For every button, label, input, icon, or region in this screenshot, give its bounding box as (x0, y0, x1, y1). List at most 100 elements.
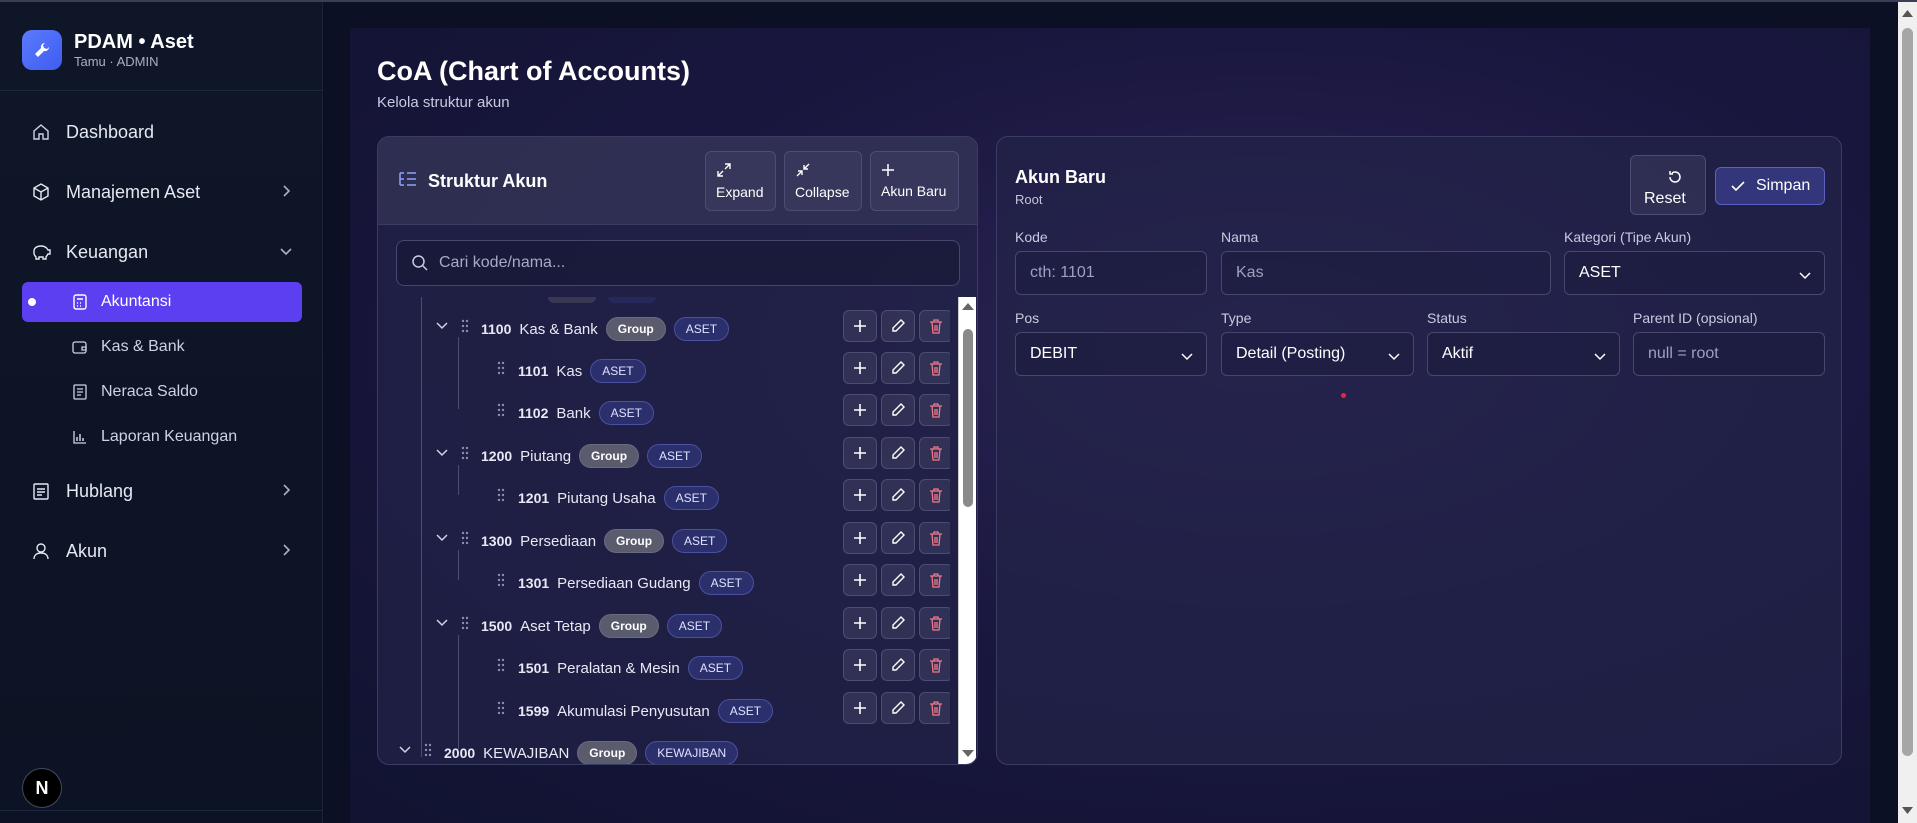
delete-button[interactable] (919, 564, 950, 596)
chevron-down-icon[interactable] (398, 742, 412, 756)
collapse-button[interactable]: Collapse (784, 151, 862, 211)
add-child-button[interactable] (843, 607, 877, 639)
kode-field[interactable]: cth: 1101 (1015, 251, 1207, 295)
drag-handle-icon[interactable] (460, 530, 470, 546)
sidebar-item-laporan-keuangan[interactable]: Laporan Keuangan (22, 417, 302, 457)
delete-button[interactable] (919, 310, 950, 342)
nav-keuangan[interactable]: Keuangan (22, 232, 302, 272)
scroll-up-arrow-icon[interactable] (961, 301, 975, 311)
drag-handle-icon[interactable] (496, 657, 506, 673)
window-scrollbar-thumb[interactable] (1902, 28, 1913, 756)
tree-row[interactable]: 1500 Aset Tetap Group ASET (378, 602, 950, 644)
add-child-button[interactable] (843, 522, 877, 554)
tree-row[interactable]: 1301 Persediaan Gudang ASET (378, 559, 950, 601)
expand-button[interactable]: Expand (705, 151, 776, 211)
parent-id-field[interactable]: null = root (1633, 332, 1825, 376)
chevron-down-icon (1799, 272, 1811, 280)
clipped-row-actions (843, 297, 949, 303)
chevron-down-icon[interactable] (435, 530, 449, 544)
nav-hublang[interactable]: Hublang (22, 471, 302, 511)
plus-icon (882, 164, 894, 176)
edit-button[interactable] (881, 692, 915, 724)
edit-button[interactable] (881, 649, 915, 681)
sidebar-item-akuntansi[interactable]: Akuntansi (22, 282, 302, 322)
add-child-button[interactable] (843, 394, 877, 426)
add-child-button[interactable] (843, 564, 877, 596)
account-name: Piutang Usaha (557, 489, 656, 507)
edit-button[interactable] (881, 479, 915, 511)
save-button[interactable]: Simpan (1715, 167, 1825, 205)
new-account-button[interactable]: Akun Baru (870, 151, 959, 211)
type-value: Detail (Posting) (1236, 345, 1346, 362)
avatar[interactable]: N (22, 768, 62, 808)
tree-row[interactable]: 1599 Akumulasi Penyusutan ASET (378, 687, 950, 729)
delete-button[interactable] (919, 692, 950, 724)
edit-button[interactable] (881, 352, 915, 384)
drag-handle-icon[interactable] (460, 318, 470, 334)
edit-button[interactable] (881, 607, 915, 639)
kategori-select[interactable]: ASET (1564, 251, 1825, 295)
delete-button[interactable] (919, 522, 950, 554)
tree-scrollbar[interactable] (958, 297, 976, 764)
main-content: CoA (Chart of Accounts) Kelola struktur … (350, 28, 1870, 823)
scroll-up-arrow-icon[interactable] (1901, 8, 1914, 18)
edit-button[interactable] (881, 394, 915, 426)
pos-select[interactable]: DEBIT (1015, 332, 1207, 376)
delete-button[interactable] (919, 607, 950, 639)
nav-dashboard[interactable]: Dashboard (22, 112, 302, 152)
tree-row[interactable]: 1300 Persediaan Group ASET (378, 517, 950, 559)
add-child-button[interactable] (843, 692, 877, 724)
type-select[interactable]: Detail (Posting) (1221, 332, 1414, 376)
search-box[interactable] (396, 240, 960, 286)
delete-button[interactable] (919, 479, 950, 511)
nama-field[interactable]: Kas (1221, 251, 1551, 295)
edit-button[interactable] (881, 522, 915, 554)
drag-handle-icon[interactable] (496, 360, 506, 376)
status-select[interactable]: Aktif (1427, 332, 1620, 376)
add-child-button[interactable] (843, 437, 877, 469)
scroll-down-arrow-icon[interactable] (961, 749, 975, 759)
drag-handle-icon[interactable] (496, 402, 506, 418)
tree-row[interactable]: 1200 Piutang Group ASET (378, 432, 950, 474)
scrollbar-thumb[interactable] (963, 329, 973, 507)
search-input[interactable] (439, 254, 939, 272)
nav-manajemen-aset[interactable]: Manajemen Aset (22, 172, 302, 212)
add-child-button[interactable] (843, 310, 877, 342)
plus-icon (854, 532, 866, 544)
collapse-label: Collapse (795, 184, 850, 200)
tree-row[interactable]: 1101 Kas ASET (378, 347, 950, 389)
sidebar-item-kas-bank[interactable]: Kas & Bank (22, 327, 302, 367)
add-child-button[interactable] (843, 649, 877, 681)
trash-icon (930, 446, 942, 461)
nav-akun[interactable]: Akun (22, 531, 302, 571)
drag-handle-icon[interactable] (496, 700, 506, 716)
delete-button[interactable] (919, 352, 950, 384)
delete-button[interactable] (919, 394, 950, 426)
delete-button[interactable] (919, 649, 950, 681)
brand[interactable]: PDAM • Aset Tamu · ADMIN (22, 30, 194, 70)
reset-button[interactable]: Reset (1630, 155, 1706, 215)
chevron-down-icon[interactable] (435, 615, 449, 629)
tree-row[interactable]: 1201 Piutang Usaha ASET (378, 474, 950, 516)
add-child-button[interactable] (843, 352, 877, 384)
edit-button[interactable] (881, 310, 915, 342)
drag-handle-icon[interactable] (460, 615, 470, 631)
drag-handle-icon[interactable] (496, 487, 506, 503)
tree-row[interactable]: 1102 Bank ASET (378, 389, 950, 431)
window-scrollbar[interactable] (1898, 2, 1917, 823)
sidebar-item-neraca-saldo[interactable]: Neraca Saldo (22, 372, 302, 412)
edit-button[interactable] (881, 437, 915, 469)
drag-handle-icon[interactable] (423, 742, 433, 758)
tree-row[interactable]: 1100 Kas & Bank Group ASET (378, 305, 950, 347)
delete-button[interactable] (919, 437, 950, 469)
drag-handle-icon[interactable] (496, 572, 506, 588)
tree-row[interactable]: 2000 KEWAJIBAN Group KEWAJIBAN (378, 729, 950, 764)
scroll-down-arrow-icon[interactable] (1901, 806, 1914, 816)
add-child-button[interactable] (843, 479, 877, 511)
drag-handle-icon[interactable] (460, 445, 470, 461)
edit-button[interactable] (881, 564, 915, 596)
tree-row[interactable]: 1501 Peralatan & Mesin ASET (378, 644, 950, 686)
chevron-down-icon[interactable] (435, 318, 449, 332)
plus-icon (854, 702, 866, 714)
chevron-down-icon[interactable] (435, 445, 449, 459)
